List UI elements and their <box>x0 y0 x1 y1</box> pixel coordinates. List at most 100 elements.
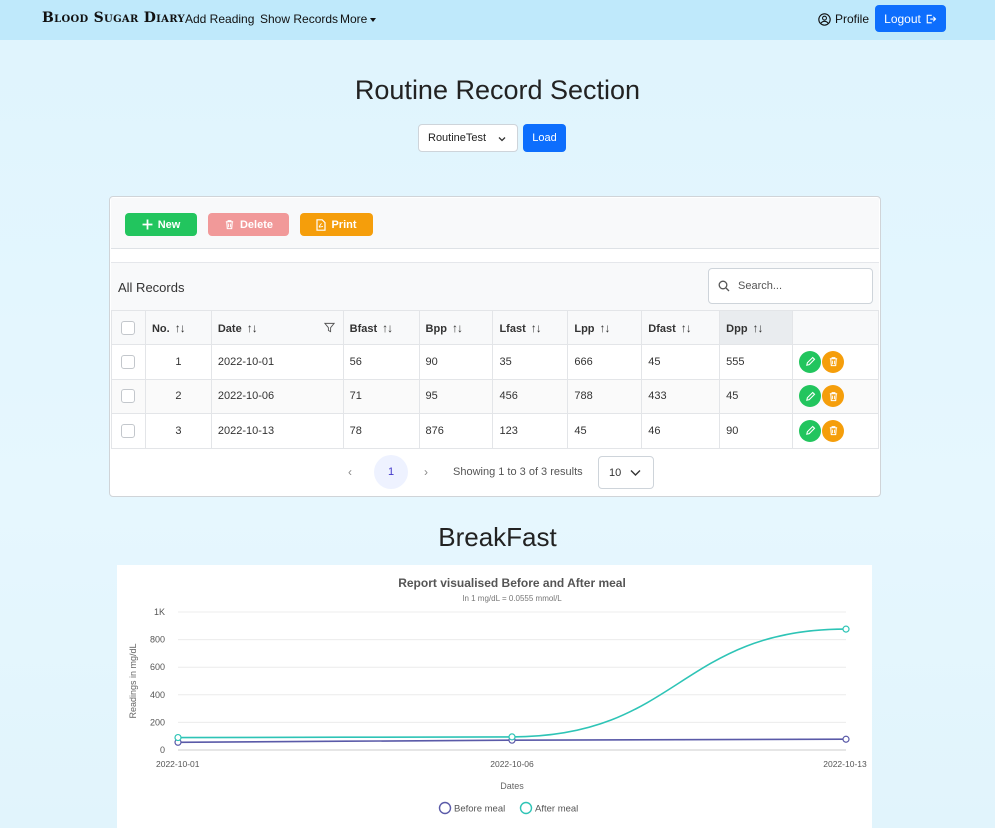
column-header-date[interactable]: Date ↑↓ <box>210 310 344 345</box>
table-header-row: No. ↑↓ Date ↑↓ Bfast ↑↓ Bpp ↑↓ Lfast ↑↓ Lpp ↑↓… <box>111 310 879 345</box>
y-axis-label: Readings in mg/dL <box>128 643 138 718</box>
select-all-checkbox[interactable] <box>121 320 136 335</box>
row-select-cell <box>111 344 146 380</box>
pagination-info: Showing 1 to 3 of 3 results <box>453 466 583 478</box>
new-label: New <box>157 218 181 231</box>
row-delete-button[interactable] <box>822 385 845 408</box>
cell-bfast: 71 <box>342 378 420 414</box>
pagination: ‹ 1 › Showing 1 to 3 of 3 results 10 <box>110 450 880 496</box>
cell-lfast: 123 <box>492 413 569 449</box>
nav-more-dropdown[interactable]: More <box>340 12 377 26</box>
edit-button[interactable] <box>799 419 822 442</box>
sort-icon: ↑↓ <box>530 320 542 335</box>
cell-dpp: 555 <box>719 344 794 380</box>
cell-date: 2022-10-13 <box>210 413 344 449</box>
x-tick-label: 2022-10-06 <box>490 759 534 769</box>
column-header-no[interactable]: No. ↑↓ <box>144 310 212 345</box>
chevron-down-icon <box>630 470 641 476</box>
routine-select[interactable]: RoutineTest <box>418 124 518 152</box>
x-axis-label: Dates <box>500 781 524 791</box>
load-button[interactable]: Load <box>523 124 566 152</box>
cell-bpp: 876 <box>418 413 494 449</box>
column-header-actions <box>792 310 879 345</box>
legend-marker <box>438 801 452 815</box>
sort-icon: ↑↓ <box>174 320 186 335</box>
row-checkbox[interactable] <box>121 389 136 404</box>
row-delete-button[interactable] <box>822 350 845 373</box>
search-input[interactable]: Search... <box>708 268 873 304</box>
prev-page-button[interactable]: ‹ <box>348 465 352 479</box>
trash-icon <box>829 391 837 401</box>
table-row: 1 2022-10-01 56 90 35 666 45 555 <box>111 344 879 380</box>
cell-bpp: 95 <box>418 378 494 414</box>
sort-icon: ↑↓ <box>752 320 764 335</box>
cell-no: 2 <box>144 378 212 414</box>
legend-label: After meal <box>535 804 578 815</box>
column-header-bpp[interactable]: Bpp ↑↓ <box>418 310 494 345</box>
y-tick-label: 400 <box>150 690 165 700</box>
cell-lfast: 35 <box>492 344 569 380</box>
nav-add-reading[interactable]: Add Reading <box>185 12 254 26</box>
cell-lpp: 45 <box>567 413 643 449</box>
page-1-button[interactable]: 1 <box>374 455 408 489</box>
cell-no: 3 <box>144 413 212 449</box>
column-header-lpp[interactable]: Lpp ↑↓ <box>567 310 643 345</box>
y-tick-label: 1K <box>154 607 165 617</box>
delete-label: Delete <box>239 218 274 231</box>
row-checkbox[interactable] <box>121 423 136 438</box>
logout-button[interactable]: Logout <box>875 5 946 32</box>
y-tick-label: 200 <box>150 717 165 727</box>
logout-label: Logout <box>884 11 921 26</box>
cell-lpp: 666 <box>567 344 643 380</box>
cell-bpp: 90 <box>418 344 494 380</box>
all-records-heading: All Records <box>118 280 185 295</box>
cell-lfast: 456 <box>492 378 569 414</box>
row-checkbox[interactable] <box>121 354 136 369</box>
column-header-dfast[interactable]: Dfast ↑↓ <box>641 310 721 345</box>
pencil-icon <box>805 356 815 367</box>
x-tick-label: 2022-10-13 <box>823 759 867 769</box>
cell-no: 1 <box>144 344 212 380</box>
sort-icon: ↑↓ <box>599 320 611 335</box>
page-title: Routine Record Section <box>354 75 641 105</box>
search-placeholder: Search... <box>738 280 783 292</box>
new-button[interactable]: New <box>125 213 197 236</box>
filter-icon[interactable] <box>323 322 335 333</box>
sort-icon: ↑↓ <box>382 320 393 335</box>
nav-show-records[interactable]: Show Records <box>260 12 338 26</box>
user-circle-icon <box>818 12 831 26</box>
edit-button[interactable] <box>799 385 822 408</box>
legend-marker <box>519 801 533 815</box>
y-tick-label: 0 <box>160 745 165 755</box>
page-size-select[interactable]: 10 <box>598 456 654 489</box>
navbar: Blood Sugar Diary Add Reading Show Recor… <box>0 0 995 40</box>
cell-dfast: 46 <box>641 413 721 449</box>
select-all-cell <box>111 310 146 345</box>
next-page-button[interactable]: › <box>424 465 428 479</box>
nav-more-label: More <box>340 12 368 26</box>
delete-button[interactable]: Delete <box>208 213 289 236</box>
row-delete-button[interactable] <box>822 419 845 442</box>
pencil-icon <box>805 391 815 401</box>
cell-dpp: 90 <box>719 413 794 449</box>
column-header-dpp[interactable]: Dpp ↑↓ <box>719 310 794 345</box>
column-header-bfast[interactable]: Bfast ↑↓ <box>342 310 420 345</box>
row-actions <box>792 344 879 380</box>
records-toolbar: New Delete Print <box>111 198 879 249</box>
brand-logo[interactable]: Blood Sugar Diary <box>42 10 185 26</box>
page-size-value: 10 <box>609 466 622 479</box>
print-button[interactable]: Print <box>300 213 373 236</box>
nav-profile[interactable]: Profile <box>818 12 869 26</box>
cell-date: 2022-10-01 <box>210 344 344 380</box>
row-actions <box>792 378 879 414</box>
series-line-after-meal <box>177 628 847 739</box>
print-label: Print <box>331 218 357 231</box>
trash-icon <box>829 426 837 436</box>
records-card: New Delete Print All Records Search... N… <box>109 196 881 497</box>
data-point <box>842 735 850 743</box>
column-header-lfast[interactable]: Lfast ↑↓ <box>492 310 569 345</box>
table-row: 3 2022-10-13 78 876 123 45 46 90 <box>111 413 879 449</box>
cell-date: 2022-10-06 <box>210 378 344 414</box>
sort-icon: ↑↓ <box>451 320 463 335</box>
edit-button[interactable] <box>799 350 822 373</box>
